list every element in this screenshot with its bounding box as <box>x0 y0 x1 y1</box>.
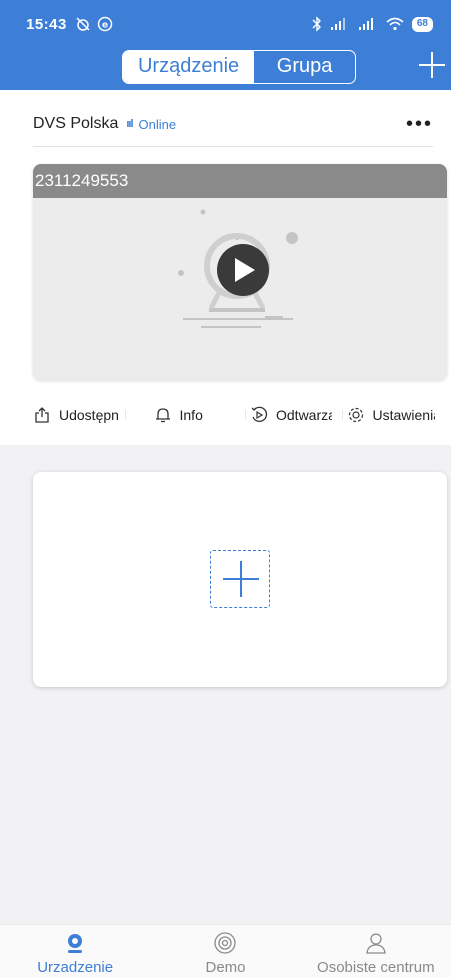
tab-label: Demo <box>205 959 246 976</box>
demo-icon <box>214 932 237 954</box>
settings-icon <box>348 407 363 423</box>
tab-label: Urzadzenie <box>37 959 114 976</box>
tab-demo[interactable]: Demo <box>150 925 300 977</box>
signal-icon <box>330 18 345 30</box>
alarm-off-icon <box>76 17 90 31</box>
person-icon <box>366 933 386 954</box>
info-button[interactable]: Info <box>130 406 251 424</box>
share-icon <box>35 407 49 423</box>
camera-icon <box>68 934 83 953</box>
top-bar: 15:43 e 68 Urządzenie Grupa <box>0 0 451 90</box>
device-name: DVS Polska <box>33 115 119 132</box>
signal-strength-icon: ııl <box>126 118 133 130</box>
battery-indicator: 68 <box>411 16 433 32</box>
tab-grupa[interactable]: Grupa <box>254 51 355 83</box>
device-card: DVS Polska ııl Online ••• 2311249553 Udo… <box>0 90 451 445</box>
settings-label: Ustawienia <box>372 407 435 423</box>
camera-id: 2311249553 <box>33 164 447 198</box>
playback-label: Odtwarzanie <box>276 407 332 423</box>
e-badge-icon: e <box>97 16 113 32</box>
add-device-plus-icon[interactable] <box>210 550 270 608</box>
status-badge: Online <box>138 116 177 132</box>
playback-icon <box>251 406 268 422</box>
settings-button[interactable]: Ustawienia <box>347 406 444 424</box>
tab-label: Osobiste centrum <box>317 959 435 976</box>
bell-icon <box>155 408 170 423</box>
svg-text:e: e <box>102 21 108 31</box>
signal-icon <box>358 18 373 30</box>
plus-icon[interactable] <box>417 50 447 80</box>
tab-osobiste-centrum[interactable]: Osobiste centrum <box>301 925 451 977</box>
add-device-card[interactable] <box>33 472 447 687</box>
playback-button[interactable]: Odtwarzanie <box>250 406 347 424</box>
status-bar: 15:43 e 68 <box>26 14 433 34</box>
divider <box>33 146 433 147</box>
camera-preview[interactable]: 2311249553 <box>33 164 447 380</box>
tab-urzadzenie[interactable]: Urządzenie <box>123 51 255 83</box>
bluetooth-icon <box>312 16 321 32</box>
status-time: 15:43 <box>26 15 67 33</box>
view-segment-control: Urządzenie Grupa <box>122 50 356 84</box>
info-label: Info <box>179 407 203 423</box>
tab-urzadzenie-bottom[interactable]: Urzadzenie <box>0 925 150 977</box>
bottom-tab-bar: Urzadzenie Demo Osobiste centrum <box>0 924 451 977</box>
share-label: Udostępnij <box>59 407 119 423</box>
wifi-icon <box>386 17 404 31</box>
share-button[interactable]: Udostępnij <box>33 406 130 424</box>
device-actions: Udostępnij Info Odtwarzanie Ustawienia <box>33 397 443 433</box>
camera-placeholder-icon <box>178 209 298 328</box>
device-header: DVS Polska ııl Online ••• <box>33 112 433 136</box>
more-options-icon[interactable]: ••• <box>406 114 433 134</box>
